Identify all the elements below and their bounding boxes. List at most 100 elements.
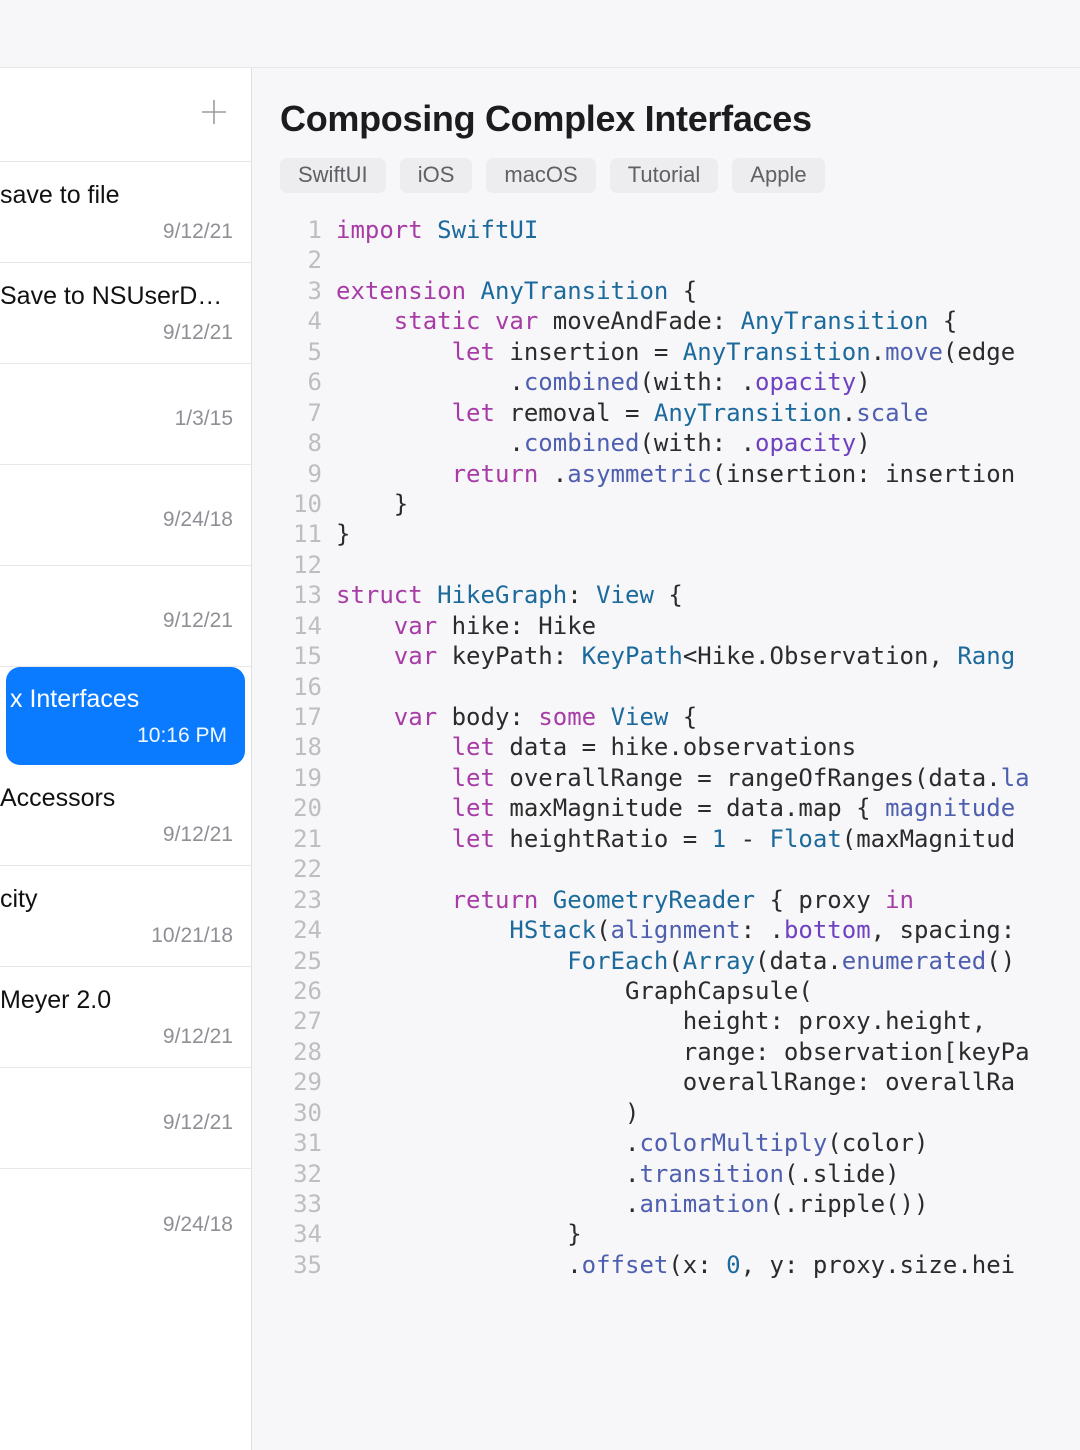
code-line bbox=[336, 672, 1080, 702]
line-number: 11 bbox=[280, 519, 322, 549]
list-item-date: 9/24/18 bbox=[0, 1213, 233, 1237]
code-line bbox=[336, 245, 1080, 275]
list-item-date: 9/12/21 bbox=[0, 823, 233, 847]
note-list[interactable]: save to file9/12/21 Save to NSUserD… 9/12/… bbox=[0, 162, 251, 1450]
code-line: import SwiftUI bbox=[336, 215, 1080, 245]
code-line bbox=[336, 550, 1080, 580]
code-line bbox=[336, 854, 1080, 884]
code-line: ForEach(Array(data.enumerated() bbox=[336, 946, 1080, 976]
list-item[interactable]: x Interfaces 10:16 PM bbox=[6, 667, 245, 765]
line-number: 35 bbox=[280, 1250, 322, 1280]
line-number: 32 bbox=[280, 1159, 322, 1189]
list-item[interactable]: 9/24/18 bbox=[0, 1169, 251, 1270]
line-number: 34 bbox=[280, 1219, 322, 1249]
list-item-date: 10:16 PM bbox=[6, 724, 227, 748]
line-number: 13 bbox=[280, 580, 322, 610]
list-item[interactable]: save to file9/12/21 bbox=[0, 162, 251, 263]
code-line: let insertion = AnyTransition.move(edge bbox=[336, 337, 1080, 367]
code-line: .offset(x: 0, y: proxy.size.hei bbox=[336, 1250, 1080, 1280]
line-number: 26 bbox=[280, 976, 322, 1006]
line-number: 5 bbox=[280, 337, 322, 367]
code-line: let maxMagnitude = data.map { magnitude bbox=[336, 793, 1080, 823]
code-line: extension AnyTransition { bbox=[336, 276, 1080, 306]
code-line: var hike: Hike bbox=[336, 611, 1080, 641]
list-item[interactable]: city 10/21/18 bbox=[0, 866, 251, 967]
list-item-date: 10/21/18 bbox=[0, 924, 233, 948]
line-number: 21 bbox=[280, 824, 322, 854]
tag[interactable]: Tutorial bbox=[610, 158, 719, 193]
tag[interactable]: macOS bbox=[486, 158, 595, 193]
code-line: HStack(alignment: .bottom, spacing: bbox=[336, 915, 1080, 945]
line-number: 15 bbox=[280, 641, 322, 671]
tag[interactable]: Apple bbox=[732, 158, 824, 193]
code-line: } bbox=[336, 1219, 1080, 1249]
list-item-date: 9/24/18 bbox=[0, 508, 233, 532]
list-item-date: 9/12/21 bbox=[0, 1025, 233, 1049]
list-item[interactable]: 1/3/15 bbox=[0, 364, 251, 465]
line-number: 22 bbox=[280, 854, 322, 884]
list-item[interactable]: 9/24/18 bbox=[0, 465, 251, 566]
line-number: 29 bbox=[280, 1067, 322, 1097]
list-item-date: 1/3/15 bbox=[0, 407, 233, 431]
line-number: 17 bbox=[280, 702, 322, 732]
list-item-date: 9/12/21 bbox=[0, 609, 233, 633]
line-number: 28 bbox=[280, 1037, 322, 1067]
line-number: 4 bbox=[280, 306, 322, 336]
list-item[interactable]: Save to NSUserD… 9/12/21 bbox=[0, 263, 251, 364]
line-number: 19 bbox=[280, 763, 322, 793]
code-line: GraphCapsule( bbox=[336, 976, 1080, 1006]
list-item[interactable]: Meyer 2.0 9/12/21 bbox=[0, 967, 251, 1068]
main-panel: Composing Complex Interfaces SwiftUI iOS m… bbox=[252, 68, 1080, 1450]
add-note-icon[interactable] bbox=[199, 97, 229, 132]
code-line: } bbox=[336, 489, 1080, 519]
line-number: 20 bbox=[280, 793, 322, 823]
line-number: 18 bbox=[280, 732, 322, 762]
tag[interactable]: iOS bbox=[400, 158, 473, 193]
code-line: let removal = AnyTransition.scale bbox=[336, 398, 1080, 428]
line-number: 2 bbox=[280, 245, 322, 275]
code-line: return GeometryReader { proxy in bbox=[336, 885, 1080, 915]
window-titlebar bbox=[0, 0, 1080, 68]
list-item-title: city bbox=[0, 885, 233, 914]
line-number: 12 bbox=[280, 550, 322, 580]
line-gutter: 1234567891011121314151617181920212223242… bbox=[280, 215, 336, 1280]
tag[interactable]: SwiftUI bbox=[280, 158, 386, 193]
line-number: 33 bbox=[280, 1189, 322, 1219]
list-item-title: Save to NSUserD… bbox=[0, 282, 233, 311]
code-line: } bbox=[336, 519, 1080, 549]
line-number: 10 bbox=[280, 489, 322, 519]
sidebar-header bbox=[0, 68, 251, 162]
list-item[interactable]: 9/12/21 bbox=[0, 1068, 251, 1169]
code-line: return .asymmetric(insertion: insertion bbox=[336, 459, 1080, 489]
list-item-date: 9/12/21 bbox=[0, 321, 233, 345]
code-line: overallRange: overallRa bbox=[336, 1067, 1080, 1097]
code-editor[interactable]: 1234567891011121314151617181920212223242… bbox=[280, 215, 1080, 1280]
list-item-title: Meyer 2.0 bbox=[0, 986, 233, 1015]
code-line: range: observation[keyPa bbox=[336, 1037, 1080, 1067]
code-line: .combined(with: .opacity) bbox=[336, 367, 1080, 397]
list-item-date: 9/12/21 bbox=[0, 220, 233, 244]
line-number: 31 bbox=[280, 1128, 322, 1158]
line-number: 14 bbox=[280, 611, 322, 641]
line-number: 16 bbox=[280, 672, 322, 702]
list-item[interactable]: 9/12/21 bbox=[0, 566, 251, 667]
line-number: 24 bbox=[280, 915, 322, 945]
code-line: .colorMultiply(color) bbox=[336, 1128, 1080, 1158]
sidebar: save to file9/12/21 Save to NSUserD… 9/12/… bbox=[0, 68, 252, 1450]
line-number: 6 bbox=[280, 367, 322, 397]
list-item-title: Accessors bbox=[0, 784, 233, 813]
list-item-date: 9/12/21 bbox=[0, 1111, 233, 1135]
code-line: var keyPath: KeyPath<Hike.Observation, R… bbox=[336, 641, 1080, 671]
line-number: 1 bbox=[280, 215, 322, 245]
code-line: .animation(.ripple()) bbox=[336, 1189, 1080, 1219]
line-number: 7 bbox=[280, 398, 322, 428]
line-number: 3 bbox=[280, 276, 322, 306]
code-line: ) bbox=[336, 1098, 1080, 1128]
line-number: 23 bbox=[280, 885, 322, 915]
code-line: let heightRatio = 1 - Float(maxMagnitud bbox=[336, 824, 1080, 854]
line-number: 25 bbox=[280, 946, 322, 976]
document-title: Composing Complex Interfaces bbox=[280, 98, 1080, 140]
list-item-title: x Interfaces bbox=[6, 685, 227, 714]
code-content[interactable]: import SwiftUI extension AnyTransition {… bbox=[336, 215, 1080, 1280]
list-item[interactable]: Accessors 9/12/21 bbox=[0, 765, 251, 866]
